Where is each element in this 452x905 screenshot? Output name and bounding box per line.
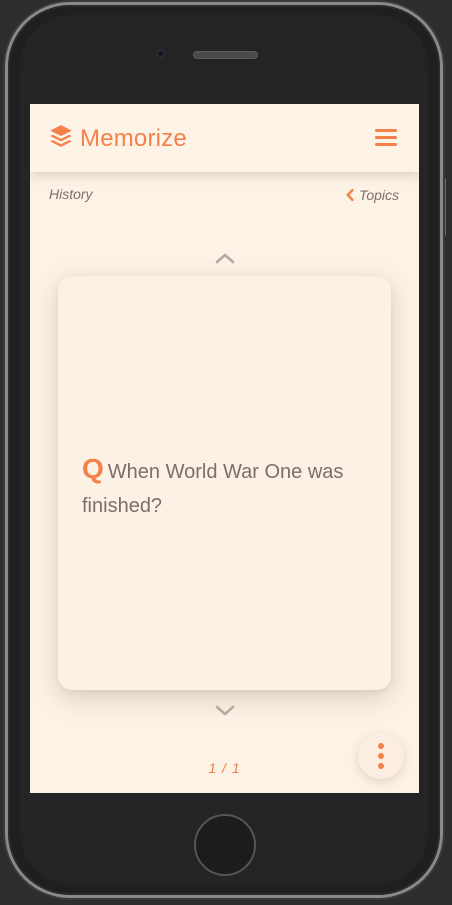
topics-back-link[interactable]: Topics xyxy=(346,187,399,203)
device-frame: Memorize History Topics Q When World War… xyxy=(0,0,452,905)
chevron-up-icon xyxy=(215,253,235,264)
earpiece-speaker xyxy=(193,51,258,59)
app-header: Memorize xyxy=(30,104,419,172)
topics-back-label: Topics xyxy=(359,187,399,203)
more-options-button[interactable] xyxy=(358,733,404,779)
hamburger-menu-icon[interactable] xyxy=(375,129,397,147)
home-button xyxy=(194,814,256,876)
app-title: Memorize xyxy=(80,124,187,152)
layers-icon xyxy=(48,123,74,154)
previous-card-button[interactable] xyxy=(214,251,236,265)
question-text: When World War One was finished? xyxy=(82,461,344,517)
brand[interactable]: Memorize xyxy=(48,123,187,154)
current-topic: History xyxy=(49,186,93,202)
question-marker: Q xyxy=(82,453,104,484)
flashcard[interactable]: Q When World War One was finished? xyxy=(58,276,391,690)
next-card-button[interactable] xyxy=(214,704,236,718)
power-button xyxy=(440,178,446,236)
card-question: Q When World War One was finished? xyxy=(82,452,367,523)
chevron-left-icon xyxy=(346,189,354,201)
breadcrumb: History Topics xyxy=(30,184,419,208)
app-screen: Memorize History Topics Q When World War… xyxy=(30,104,419,793)
chevron-down-icon xyxy=(215,705,235,716)
front-camera xyxy=(156,49,165,58)
